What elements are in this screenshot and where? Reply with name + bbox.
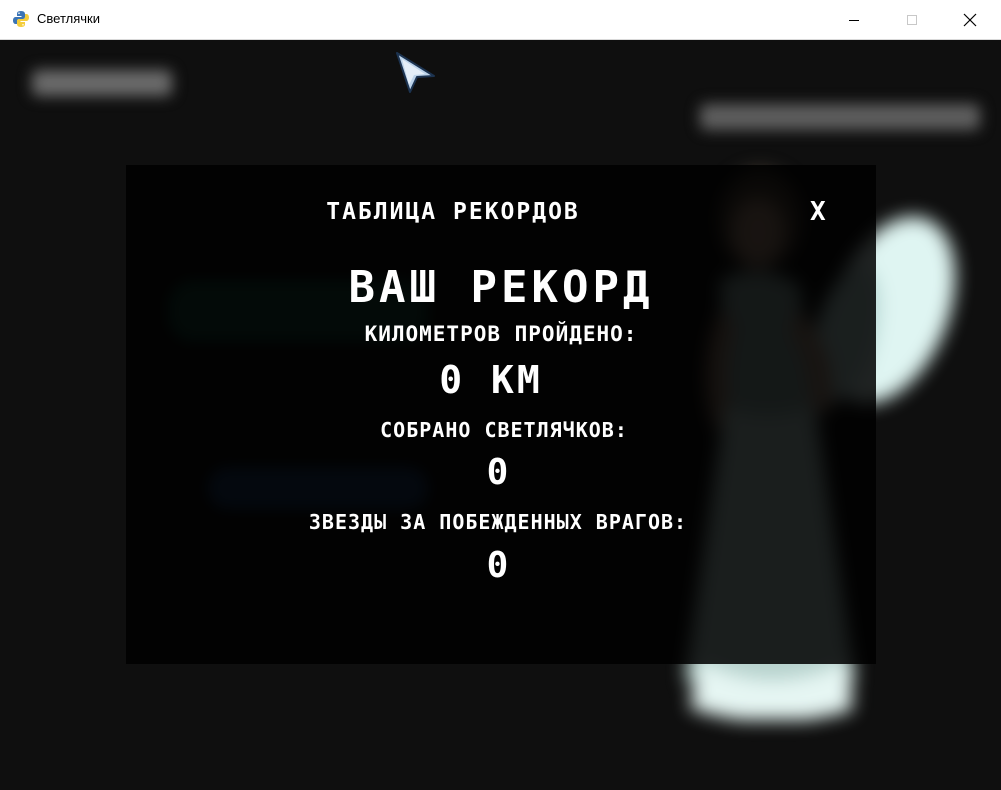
window-title: Светлячки (37, 11, 100, 26)
km-traveled-label: КИЛОМЕТРОВ ПРОЙДЕНО: (364, 322, 638, 346)
records-panel-title: ТАБЛИЦА РЕКОРДОВ (326, 199, 580, 225)
backdrop-right-label (700, 104, 980, 130)
python-icon (13, 11, 29, 27)
fireflies-collected-value: 0 (486, 452, 510, 493)
close-panel-button[interactable]: X (810, 197, 826, 227)
backdrop-left-label (32, 70, 172, 96)
fireflies-collected-label: СОБРАНО СВЕТЛЯЧКОВ: (380, 418, 628, 442)
enemy-stars-label: ЗВЕЗДЫ ЗА ПОБЕЖДЕННЫХ ВРАГОВ: (308, 510, 688, 534)
records-panel: ТАБЛИЦА РЕКОРДОВ X ВАШ РЕКОРД КИЛОМЕТРОВ… (126, 165, 876, 664)
mouse-cursor-icon (396, 52, 435, 93)
maximize-button[interactable] (883, 0, 941, 40)
close-window-button[interactable] (941, 0, 999, 40)
km-traveled-value: 0 КМ (439, 358, 543, 402)
minimize-icon (849, 20, 859, 21)
close-icon (963, 13, 977, 27)
maximize-icon (907, 15, 917, 25)
minimize-button[interactable] (825, 0, 883, 40)
enemy-stars-value: 0 (486, 545, 510, 586)
your-record-heading: ВАШ РЕКОРД (348, 262, 654, 313)
window-titlebar: Светлячки (0, 0, 1001, 40)
game-canvas: ТАБЛИЦА РЕКОРДОВ X ВАШ РЕКОРД КИЛОМЕТРОВ… (0, 40, 1001, 790)
